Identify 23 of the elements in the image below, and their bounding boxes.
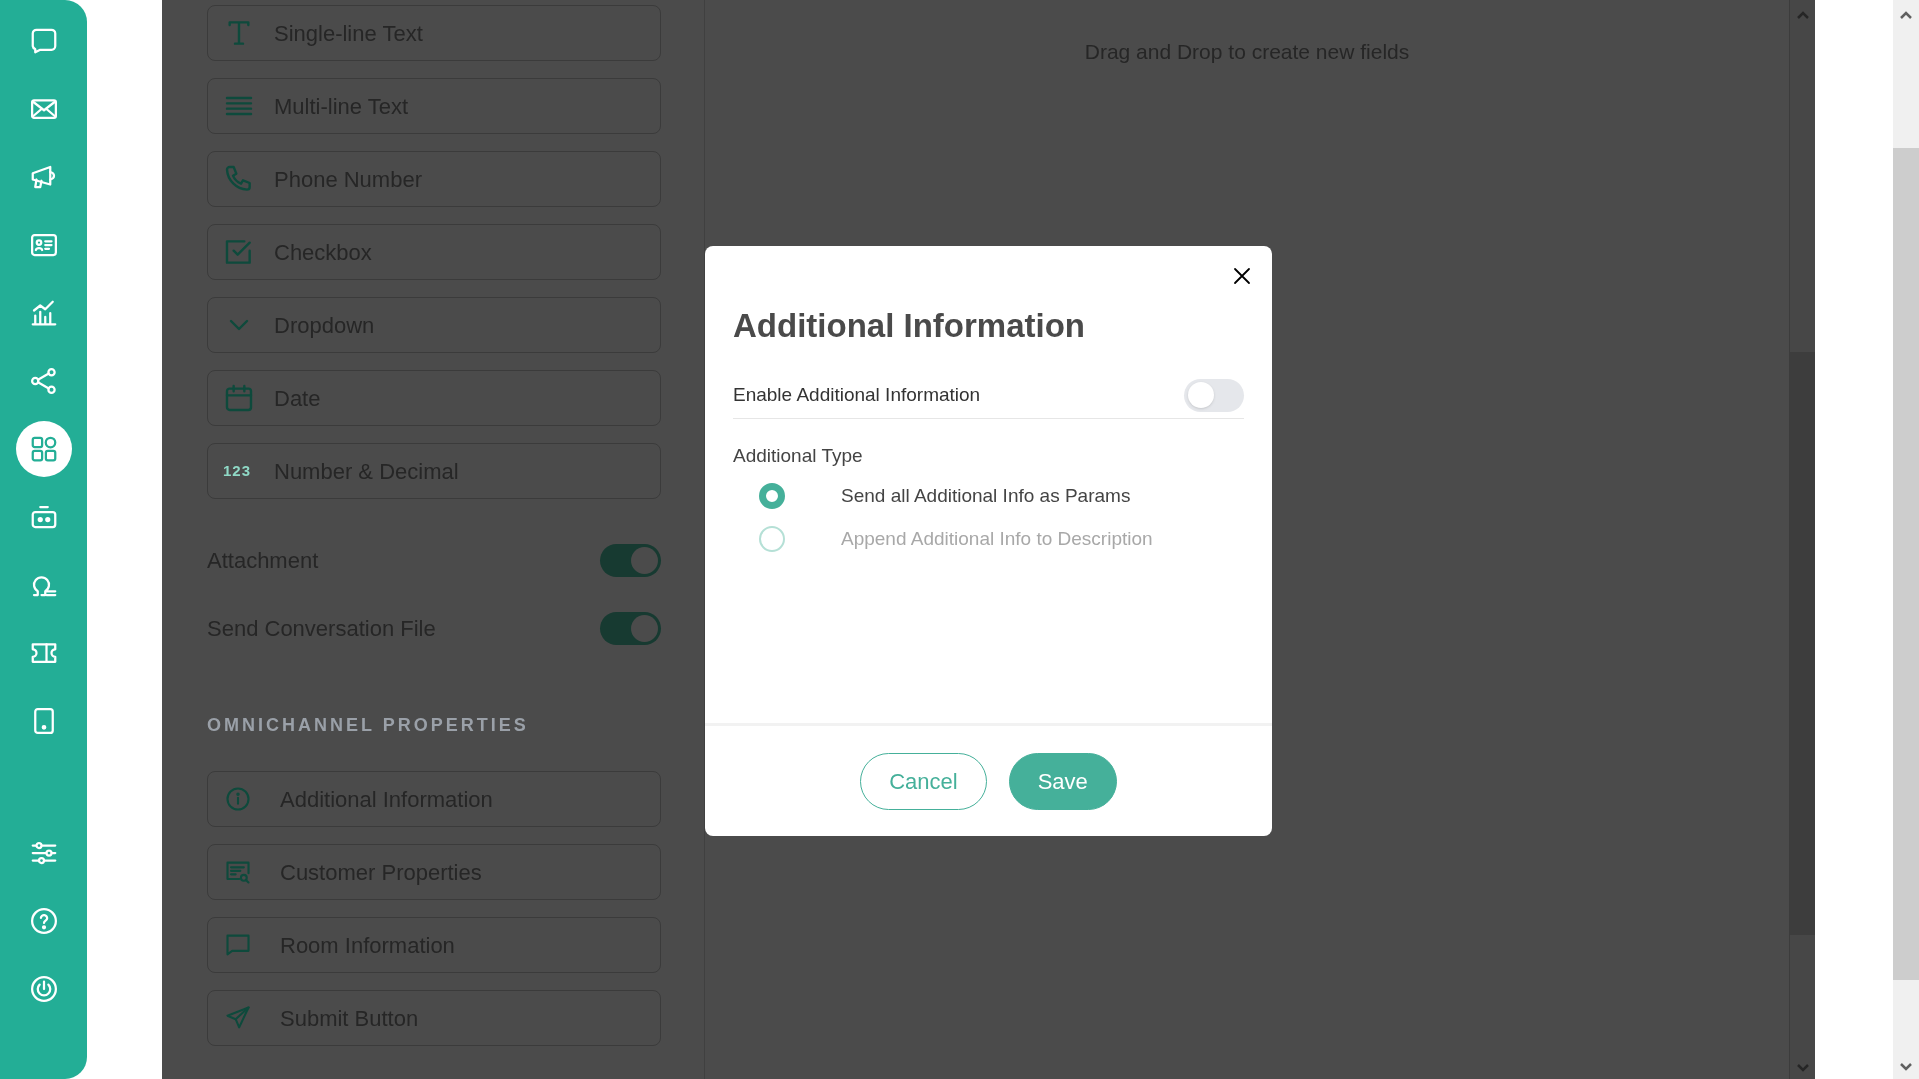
info-icon	[224, 785, 252, 813]
save-button[interactable]: Save	[1008, 752, 1117, 810]
power-icon	[28, 974, 59, 1004]
scrollbar-thumb[interactable]	[1790, 352, 1815, 935]
dialog-title: Additional Information	[733, 306, 1086, 346]
type-label: Additional Type	[733, 443, 864, 468]
radio-button[interactable]	[759, 483, 785, 509]
calendar-icon	[223, 382, 255, 414]
section-heading: OMNICHANNEL PROPERTIES	[207, 714, 530, 737]
number-icon: 123	[223, 459, 255, 483]
scrollbar[interactable]	[1789, 0, 1815, 1079]
enable-label: Enable Additional Information	[733, 382, 981, 407]
page-scrollbar[interactable]	[1893, 0, 1919, 1079]
help-icon	[28, 906, 59, 936]
radio-option[interactable]: Send all Additional Info as Params	[759, 483, 1244, 509]
enable-toggle[interactable]	[1184, 378, 1244, 412]
toggle-switch[interactable]	[600, 611, 661, 645]
cancel-button[interactable]: Cancel	[860, 752, 987, 810]
share-nodes-icon	[28, 366, 59, 396]
radio-button[interactable]	[759, 526, 785, 552]
radio-option[interactable]: Append Additional Info to Description	[759, 526, 1244, 552]
toggle-switch[interactable]	[600, 543, 661, 577]
scrollbar-thumb[interactable]	[1893, 148, 1919, 980]
